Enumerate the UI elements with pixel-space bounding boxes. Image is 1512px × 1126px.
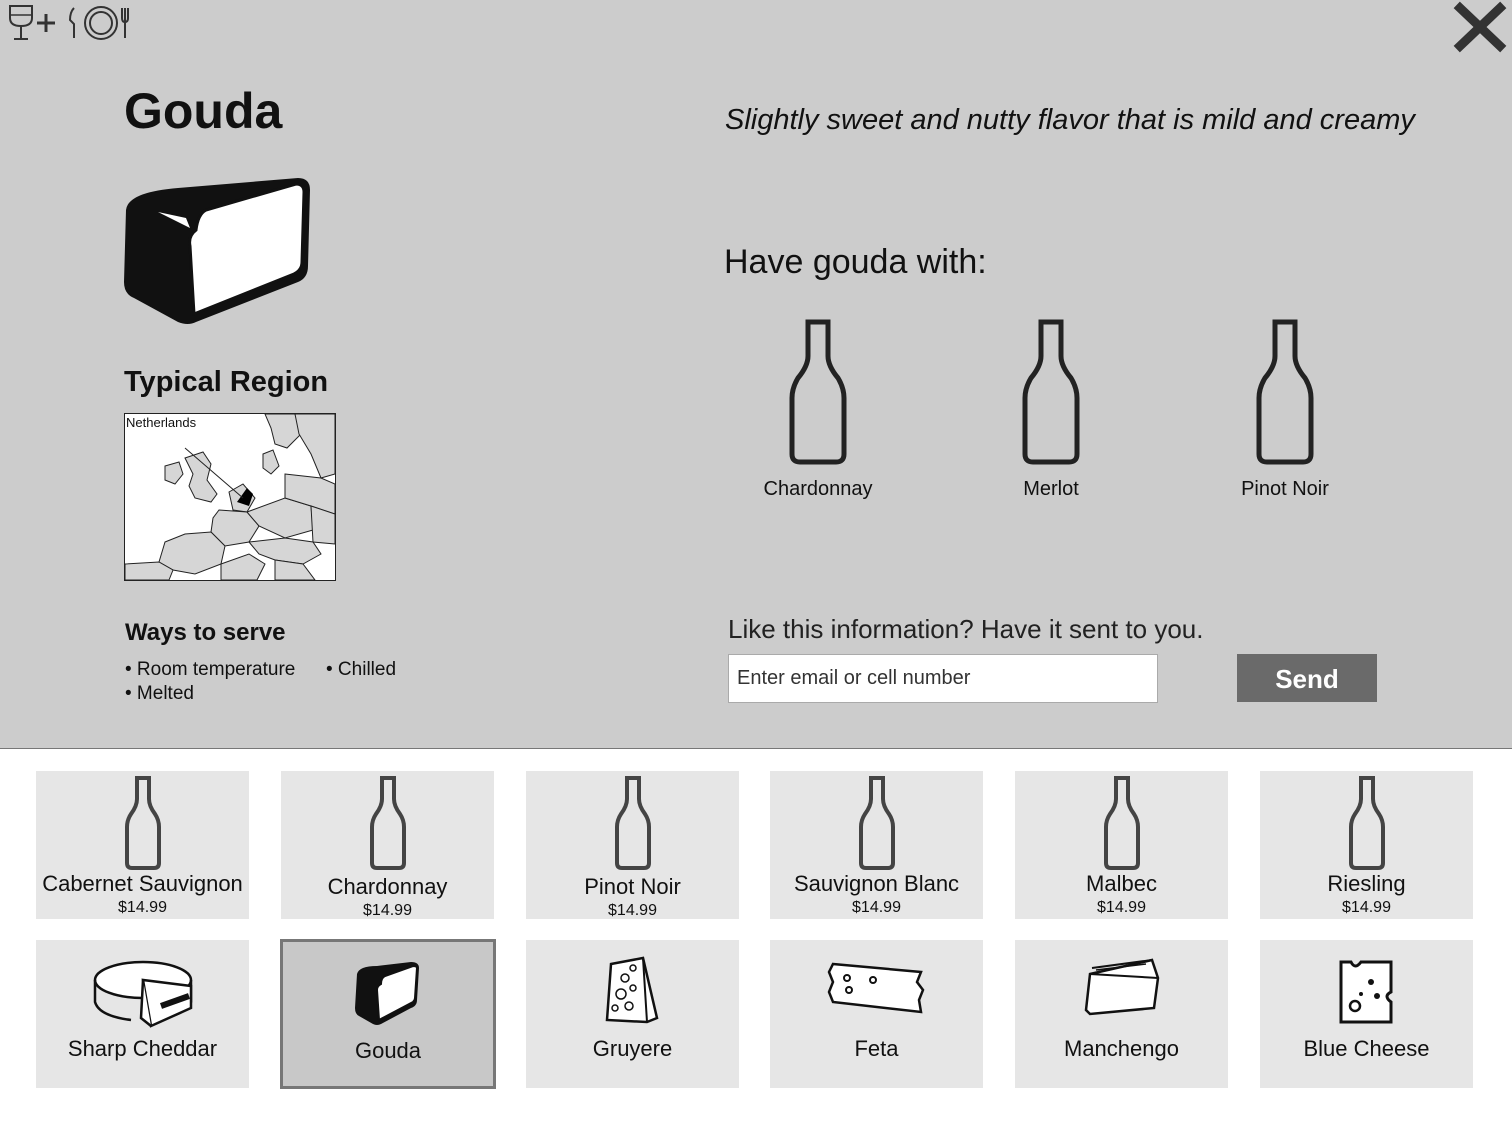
wine-name: Malbec xyxy=(1086,871,1157,896)
wine-bottle-icon xyxy=(124,776,161,870)
serve-item: • Chilled xyxy=(326,659,397,680)
cheddar-wheel-icon xyxy=(93,960,192,1028)
pairing-pinot-noir[interactable]: Pinot Noir xyxy=(1185,318,1385,501)
wine-bottle-icon xyxy=(1022,319,1080,465)
wine-tile-chardonnay[interactable]: Chardonnay $14.99 xyxy=(281,771,494,919)
wine-price: $14.99 xyxy=(852,899,901,916)
wine-bottle-icon xyxy=(1103,776,1140,870)
app-logo-icon xyxy=(6,2,130,47)
wine-price: $14.99 xyxy=(608,902,657,919)
wine-bottle-icon xyxy=(369,776,406,870)
gruyere-wedge-icon xyxy=(605,956,658,1024)
cheese-tile-gruyere[interactable]: Gruyere xyxy=(526,940,739,1088)
feta-block-icon xyxy=(827,962,924,1014)
wine-price: $14.99 xyxy=(363,902,412,919)
gouda-block-icon xyxy=(118,170,318,335)
cheese-name: Gouda xyxy=(354,1038,422,1063)
wine-name: Cabernet Sauvignon xyxy=(42,871,243,896)
wine-bottle-icon xyxy=(1348,776,1385,870)
serve-item: • Room temperature xyxy=(125,659,296,680)
manchego-wedge-icon xyxy=(1084,958,1159,1016)
pairing-label: Merlot xyxy=(1023,478,1079,500)
wine-price: $14.99 xyxy=(1342,899,1391,916)
wine-name: Pinot Noir xyxy=(584,874,681,899)
blue-cheese-icon xyxy=(1339,960,1392,1024)
wine-tile-cabernet-sauvignon[interactable]: Cabernet Sauvignon $14.99 xyxy=(36,771,249,919)
close-icon[interactable] xyxy=(1452,0,1508,56)
wine-bottle-icon xyxy=(1256,319,1314,465)
region-map: Netherlands xyxy=(124,413,336,581)
wine-name: Sauvignon Blanc xyxy=(793,871,960,896)
wine-name: Riesling xyxy=(1327,871,1406,896)
wine-name: Chardonnay xyxy=(327,874,448,899)
pairing-chardonnay[interactable]: Chardonnay xyxy=(718,318,918,501)
cheese-name: Sharp Cheddar xyxy=(67,1036,218,1061)
pairing-label: Chardonnay xyxy=(763,478,873,500)
detail-panel: Gouda Typical Region Netherlands Ways to… xyxy=(0,0,1512,749)
region-heading: Typical Region xyxy=(124,366,329,398)
cheese-tile-gouda[interactable]: Gouda xyxy=(280,939,496,1089)
gouda-block-icon xyxy=(355,962,419,1025)
send-prompt: Like this information? Have it sent to y… xyxy=(728,614,1204,644)
pairing-merlot[interactable]: Merlot xyxy=(951,318,1151,501)
wine-bottle-icon xyxy=(858,776,895,870)
cheese-tile-manchengo[interactable]: Manchengo xyxy=(1015,940,1228,1088)
cheese-tile-feta[interactable]: Feta xyxy=(770,940,983,1088)
wine-tile-riesling[interactable]: Riesling $14.99 xyxy=(1260,771,1473,919)
cheese-name: Manchengo xyxy=(1064,1036,1179,1061)
cheese-tile-sharp-cheddar[interactable]: Sharp Cheddar xyxy=(36,940,249,1088)
cheese-tile-blue-cheese[interactable]: Blue Cheese xyxy=(1260,940,1473,1088)
wine-price: $14.99 xyxy=(1097,899,1146,916)
region-label: Netherlands xyxy=(126,415,197,430)
pairing-heading: Have gouda with: xyxy=(724,243,987,281)
cheese-name: Feta xyxy=(854,1036,899,1061)
wine-bottle-icon xyxy=(614,776,651,870)
email-field[interactable] xyxy=(728,654,1158,703)
pairing-label: Pinot Noir xyxy=(1241,478,1329,500)
wine-tile-sauvignon-blanc[interactable]: Sauvignon Blanc $14.99 xyxy=(770,771,983,919)
serve-item: • Melted xyxy=(125,683,194,704)
cheese-name: Blue Cheese xyxy=(1303,1036,1430,1061)
cheese-name: Gruyere xyxy=(592,1036,673,1061)
cheese-title: Gouda xyxy=(124,83,283,139)
wine-price: $14.99 xyxy=(118,899,167,916)
cheese-description: Slightly sweet and nutty flavor that is … xyxy=(725,104,1415,136)
send-button[interactable]: Send xyxy=(1237,654,1377,702)
wine-tile-malbec[interactable]: Malbec $14.99 xyxy=(1015,771,1228,919)
serve-heading: Ways to serve xyxy=(125,619,286,646)
wine-tile-pinot-noir[interactable]: Pinot Noir $14.99 xyxy=(526,771,739,919)
wine-bottle-icon xyxy=(789,319,847,465)
